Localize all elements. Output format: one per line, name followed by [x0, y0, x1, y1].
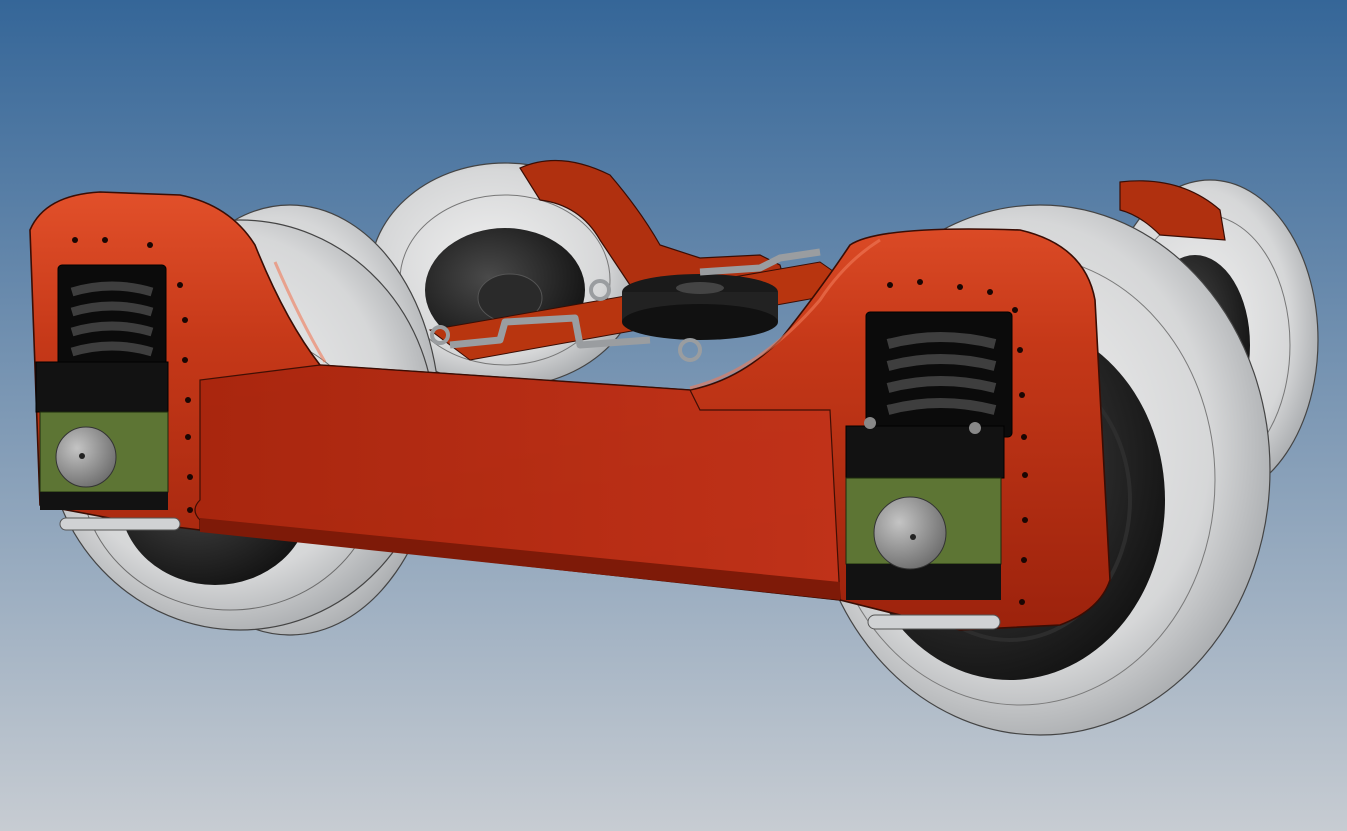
cad-viewport[interactable] — [0, 0, 1347, 831]
bogie-model-render — [0, 0, 1347, 831]
primary-spring-right — [865, 311, 1013, 438]
primary-spring-left — [57, 264, 167, 376]
axle-box-right — [845, 417, 1005, 630]
axle-box-left — [35, 361, 181, 531]
center-pivot-plate — [622, 274, 778, 340]
